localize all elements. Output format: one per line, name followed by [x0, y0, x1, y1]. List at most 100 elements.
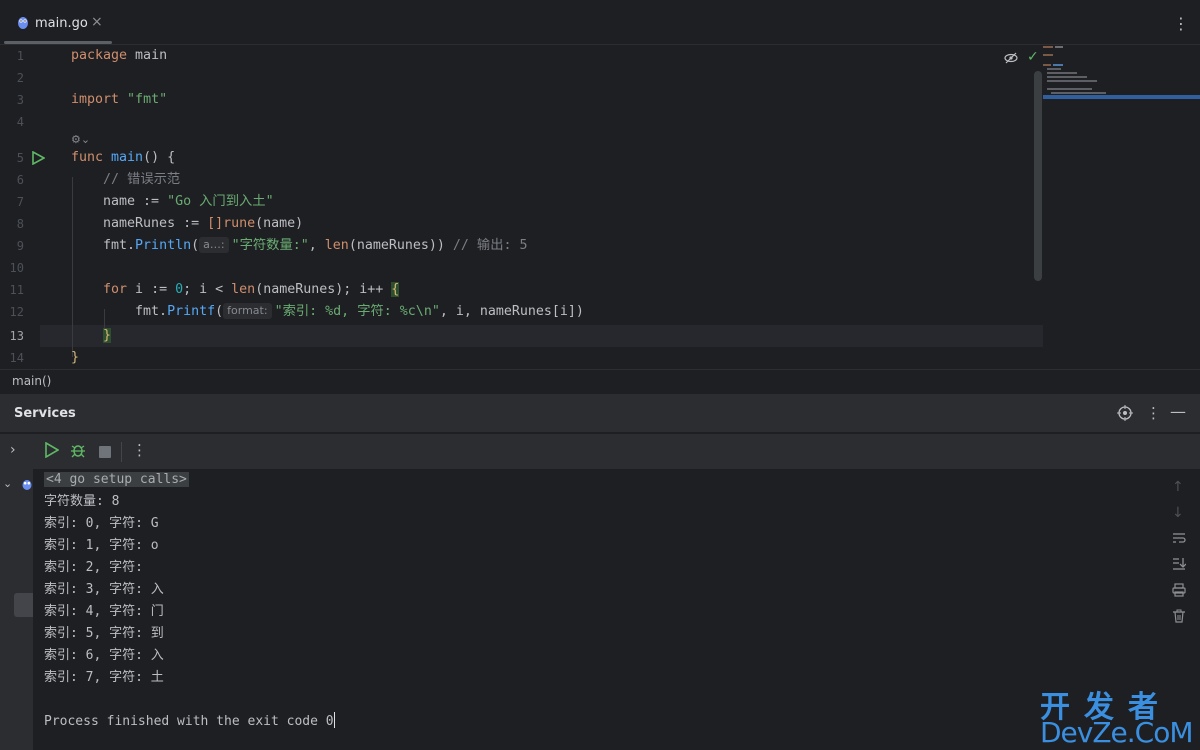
text-caret — [333, 712, 335, 728]
keyword: for — [71, 282, 128, 297]
string-literal: "字符数量:" — [231, 238, 309, 253]
services-tree[interactable]: ⌄ — [0, 469, 33, 750]
folded-setup-calls[interactable]: <4 go setup calls> — [44, 472, 189, 487]
function-name: Println — [135, 238, 192, 253]
reader-mode-icon[interactable] — [1004, 51, 1018, 68]
identifier: main — [127, 48, 168, 63]
line-number: 7 — [16, 195, 24, 209]
stop-icon[interactable] — [99, 446, 111, 458]
process-finished-text: Process finished with the exit code 0 — [44, 714, 334, 729]
toolbar-more-icon[interactable]: ⋮ — [132, 441, 147, 459]
run-icon[interactable] — [45, 441, 60, 462]
function-name: main — [103, 150, 144, 165]
services-more-icon[interactable]: ⋮ — [1146, 404, 1161, 422]
toolbar-divider — [121, 442, 122, 462]
code-text: () { — [143, 150, 176, 165]
services-title: Services — [14, 406, 76, 421]
code-line-7: name := "Go 入门到入土" — [71, 191, 274, 213]
breadcrumb-item[interactable]: main() — [12, 374, 51, 388]
current-line-highlight — [40, 325, 1043, 347]
keyword: package — [71, 48, 128, 63]
keyword: rune — [223, 216, 256, 231]
line-number: 14 — [9, 351, 24, 365]
services-header: Services ⋮ — — [0, 394, 1200, 432]
console-line: 索引: 2, 字符: — [44, 560, 159, 575]
code-line-13: } — [103, 325, 112, 347]
code-line-12: fmt.Printf(format: "索引: %d, 字符: %c\n", i,… — [71, 301, 584, 323]
code-text: i := — [127, 282, 176, 297]
tab-close-icon[interactable]: × — [91, 14, 103, 30]
console-line: 索引: 0, 字符: G — [44, 516, 159, 531]
code-text: nameRunes := — [71, 216, 208, 231]
line-number: 4 — [16, 115, 24, 129]
line-number: 3 — [16, 93, 24, 107]
code-text: , i, nameRunes[i]) — [439, 304, 584, 319]
line-number: 11 — [9, 283, 24, 297]
function-name: Printf — [167, 304, 216, 319]
console-line: 索引: 3, 字符: 入 — [44, 582, 164, 597]
locate-icon[interactable] — [1117, 405, 1133, 425]
run-console[interactable]: <4 go setup calls> 字符数量: 8 索引: 0, 字符: G … — [33, 469, 1160, 750]
console-line: 索引: 4, 字符: 门 — [44, 604, 164, 619]
debug-icon[interactable] — [70, 442, 86, 462]
line-number: 12 — [9, 305, 24, 319]
tree-selected-item[interactable] — [14, 593, 33, 617]
code-line-14: } — [71, 347, 79, 369]
go-app-icon[interactable] — [21, 478, 33, 490]
code-line-11: for i := 0; i < len(nameRunes); i++ { — [71, 279, 400, 301]
code-text: (name) — [255, 216, 304, 231]
line-number: 8 — [16, 217, 24, 231]
console-line: 字符数量: 8 — [44, 494, 120, 509]
go-file-icon — [18, 17, 28, 29]
keyword: import — [71, 92, 120, 107]
console-line: <4 go setup calls> — [44, 469, 189, 491]
line-number: 1 — [16, 49, 24, 63]
code-text: fmt. — [71, 304, 168, 319]
code-text: ; i < — [183, 282, 232, 297]
code-minimap[interactable] — [1043, 45, 1200, 105]
code-editor[interactable]: 1 2 3 4 5 6 7 8 9 10 11 12 13 14 ⚙⌄ pack… — [0, 45, 1200, 369]
keyword: func — [71, 150, 104, 165]
expand-all-icon[interactable]: › — [10, 442, 16, 458]
code-vision-icon[interactable]: ⚙⌄ — [71, 133, 90, 146]
line-number: 6 — [16, 173, 24, 187]
minimize-icon[interactable]: — — [1170, 402, 1186, 421]
tab-main-go[interactable]: main.go × — [0, 0, 112, 44]
code-text: fmt. — [71, 238, 136, 253]
watermark-text-bottom: DevZe.CoM — [1040, 716, 1194, 749]
tab-active-indicator — [4, 41, 112, 44]
code-text: } — [71, 350, 80, 365]
run-gutter-icon[interactable] — [31, 151, 45, 165]
site-watermark: 开发者 DevZe.CoM — [1040, 682, 1196, 749]
code-line-6: // 错误示范 — [71, 172, 181, 187]
matched-brace: { — [391, 282, 400, 297]
console-line: 索引: 1, 字符: o — [44, 538, 159, 553]
chevron-down-icon[interactable]: ⌄ — [3, 477, 12, 490]
comment: // 输出: 5 — [452, 238, 528, 253]
line-number: 10 — [9, 261, 24, 275]
editor-scrollbar[interactable] — [1034, 71, 1042, 281]
line-number: 5 — [16, 151, 24, 165]
tab-more-icon[interactable]: ⋮ — [1173, 14, 1189, 33]
soft-wrap-icon[interactable] — [1172, 531, 1186, 549]
code-line-1: package main — [71, 45, 167, 67]
console-line: 索引: 5, 字符: 到 — [44, 626, 164, 641]
scroll-down-icon[interactable]: ↓ — [1172, 505, 1184, 521]
scroll-to-end-icon[interactable] — [1172, 557, 1187, 575]
services-toolbar: › ⋮ — [0, 433, 1200, 470]
code-text: (nameRunes)) — [348, 238, 453, 253]
parameter-hint: a…: — [199, 237, 229, 253]
scroll-up-icon[interactable]: ↑ — [1172, 479, 1184, 495]
line-number: 9 — [16, 239, 24, 253]
console-line: 索引: 7, 字符: 土 — [44, 670, 164, 685]
builtin: len — [231, 282, 256, 297]
print-icon[interactable] — [1172, 583, 1186, 601]
breadcrumb: main() — [0, 369, 1200, 394]
code-text: , — [308, 238, 325, 253]
string-literal: "fmt" — [119, 92, 168, 107]
matched-brace: } — [103, 328, 112, 343]
code-text: ( — [191, 238, 200, 253]
trash-icon[interactable] — [1172, 609, 1186, 627]
tab-label: main.go — [35, 16, 88, 31]
inspection-ok-icon[interactable]: ✓ — [1027, 49, 1039, 65]
